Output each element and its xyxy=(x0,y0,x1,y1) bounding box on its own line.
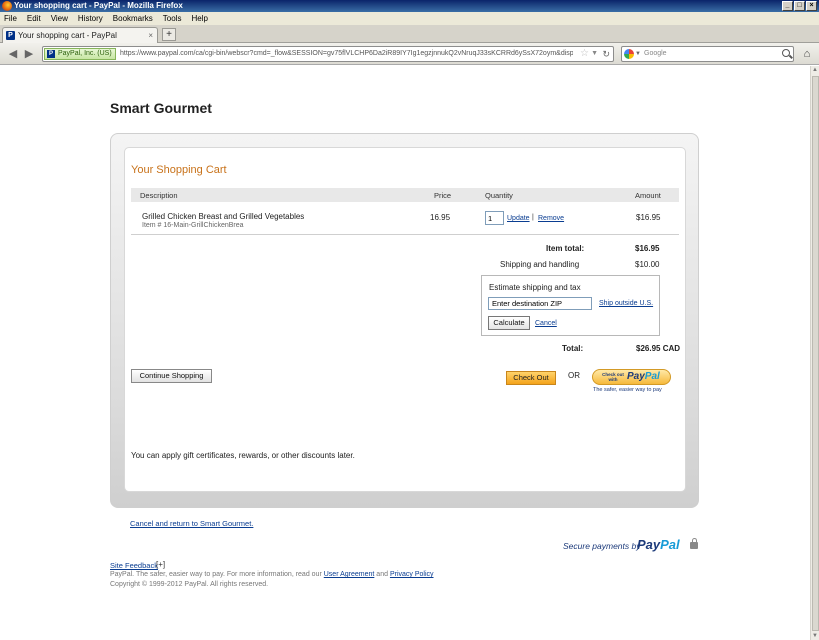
paypal-logo: PayPal xyxy=(627,371,660,382)
site-identity-button[interactable]: P PayPal, Inc. (US) xyxy=(44,48,116,60)
search-engine-dropdown-icon[interactable]: ▼ xyxy=(635,47,641,61)
window-title: Your shopping cart - PayPal - Mozilla Fi… xyxy=(14,1,183,10)
col-quantity: Quantity xyxy=(485,191,513,200)
item-total-value: $16.95 xyxy=(635,244,660,253)
menu-bookmarks[interactable]: Bookmarks xyxy=(113,12,153,25)
gift-note: You can apply gift certificates, rewards… xyxy=(131,451,355,460)
ship-outside-link[interactable]: Ship outside U.S. xyxy=(599,300,653,307)
google-icon[interactable] xyxy=(624,49,634,59)
shipping-value: $10.00 xyxy=(635,260,660,269)
paypal-favicon-icon: P xyxy=(6,31,15,40)
paypal-logo-pal: Pal xyxy=(644,371,660,382)
tab-shopping-cart[interactable]: P Your shopping cart - PayPal × xyxy=(2,27,158,43)
quantity-input[interactable] xyxy=(485,211,504,225)
update-link[interactable]: Update xyxy=(507,215,530,222)
menu-file[interactable]: File xyxy=(4,12,17,25)
continue-shopping-button[interactable]: Continue Shopping xyxy=(131,369,212,383)
forward-icon[interactable]: ▶ xyxy=(22,47,36,61)
paypal-logo-pay: Pay xyxy=(627,371,645,382)
menu-bar: File Edit View History Bookmarks Tools H… xyxy=(0,12,819,25)
zip-input[interactable] xyxy=(488,297,592,310)
secure-logo-pay: Pay xyxy=(637,537,661,552)
col-price: Price xyxy=(434,191,452,200)
scroll-down-icon[interactable]: ▼ xyxy=(811,633,819,639)
url-text[interactable]: https://www.paypal.com/ca/cgi-bin/webscr… xyxy=(120,47,573,61)
link-separator: | xyxy=(532,214,534,221)
tab-close-icon[interactable]: × xyxy=(148,28,153,43)
window-titlebar: Your shopping cart - PayPal - Mozilla Fi… xyxy=(0,0,819,12)
item-price: 16.95 xyxy=(430,213,451,222)
menu-edit[interactable]: Edit xyxy=(27,12,41,25)
total-value: $26.95 CAD xyxy=(636,344,681,353)
privacy-policy-link[interactable]: Privacy Policy xyxy=(390,571,434,578)
tab-title: Your shopping cart - PayPal xyxy=(18,31,117,40)
item-total-label: Item total: xyxy=(546,244,585,253)
secure-paypal-logo: PayPal xyxy=(637,537,680,552)
col-description: Description xyxy=(140,191,178,200)
copyright-text: Copyright © 1999-2012 PayPal. All rights… xyxy=(110,581,269,588)
item-name: Grilled Chicken Breast and Grilled Veget… xyxy=(142,212,305,221)
close-window-button[interactable]: × xyxy=(806,1,817,11)
back-icon[interactable]: ◀ xyxy=(6,47,20,61)
minimize-button[interactable]: _ xyxy=(782,1,793,11)
url-dropdown-icon[interactable]: ▼ xyxy=(591,47,598,61)
site-identity-label: PayPal, Inc. (US) xyxy=(58,50,112,57)
page-scrollbar[interactable]: ▲ ▼ xyxy=(810,66,819,640)
navigation-toolbar: ◀ ▶ P PayPal, Inc. (US) https://www.payp… xyxy=(0,43,819,65)
reload-icon[interactable]: ↻ xyxy=(602,47,610,61)
calculate-button[interactable]: Calculate xyxy=(488,316,530,330)
paypal-checkout-button[interactable]: Check out with PayPal xyxy=(592,369,671,385)
estimate-title: Estimate shipping and tax xyxy=(489,283,581,292)
item-amount: $16.95 xyxy=(636,213,661,222)
footer-prefix: PayPal. The safer, easier way to pay. Fo… xyxy=(110,571,322,578)
menu-view[interactable]: View xyxy=(51,12,68,25)
secure-payments-text: Secure payments by xyxy=(563,541,641,551)
or-label: OR xyxy=(568,371,580,380)
scroll-thumb[interactable] xyxy=(812,76,819,631)
url-bar[interactable]: P PayPal, Inc. (US) https://www.paypal.c… xyxy=(42,46,614,62)
menu-history[interactable]: History xyxy=(78,12,103,25)
firefox-icon xyxy=(2,1,12,11)
paypal-checkout-small-text: Check out with xyxy=(602,372,624,382)
search-input[interactable]: Google xyxy=(644,47,667,61)
menu-help[interactable]: Help xyxy=(191,12,207,25)
remove-link[interactable]: Remove xyxy=(538,215,564,222)
site-feedback-link[interactable]: Site Feedback xyxy=(110,561,158,570)
estimate-cancel-link[interactable]: Cancel xyxy=(535,320,557,327)
cart-title: Your Shopping Cart xyxy=(131,164,227,176)
col-amount: Amount xyxy=(635,191,661,200)
merchant-name: Smart Gourmet xyxy=(110,100,212,116)
search-bar[interactable]: ▼ Google xyxy=(621,46,794,62)
tab-bar: P Your shopping cart - PayPal × + xyxy=(0,25,819,43)
secure-logo-pal: Pal xyxy=(660,537,680,552)
cancel-return-link[interactable]: Cancel and return to Smart Gourmet. xyxy=(130,519,253,528)
paypal-favicon-icon: P xyxy=(47,50,55,58)
search-icon[interactable] xyxy=(782,49,790,57)
paypal-tagline: The safer, easier way to pay xyxy=(593,387,662,393)
shipping-label: Shipping and handling xyxy=(500,260,580,269)
bookmark-star-icon[interactable]: ☆ xyxy=(580,47,589,61)
feedback-icon[interactable]: [+] xyxy=(156,560,165,569)
home-icon[interactable]: ⌂ xyxy=(800,47,814,61)
user-agreement-link[interactable]: User Agreement xyxy=(324,571,375,578)
footer-legal-line: PayPal. The safer, easier way to pay. Fo… xyxy=(110,571,434,578)
footer-and: and xyxy=(376,571,388,578)
cart-table-header: Description Price Quantity Amount xyxy=(131,188,679,202)
lock-icon xyxy=(690,538,698,549)
window-controls: _ □ × xyxy=(782,1,817,11)
menu-tools[interactable]: Tools xyxy=(163,12,182,25)
total-label: Total: xyxy=(562,344,584,353)
scroll-up-icon[interactable]: ▲ xyxy=(811,67,819,73)
new-tab-button[interactable]: + xyxy=(162,28,176,41)
check-out-button[interactable]: Check Out xyxy=(506,371,556,385)
maximize-button[interactable]: □ xyxy=(794,1,805,11)
item-number: Item # 16-Main-GrillChickenBrea xyxy=(142,222,244,229)
